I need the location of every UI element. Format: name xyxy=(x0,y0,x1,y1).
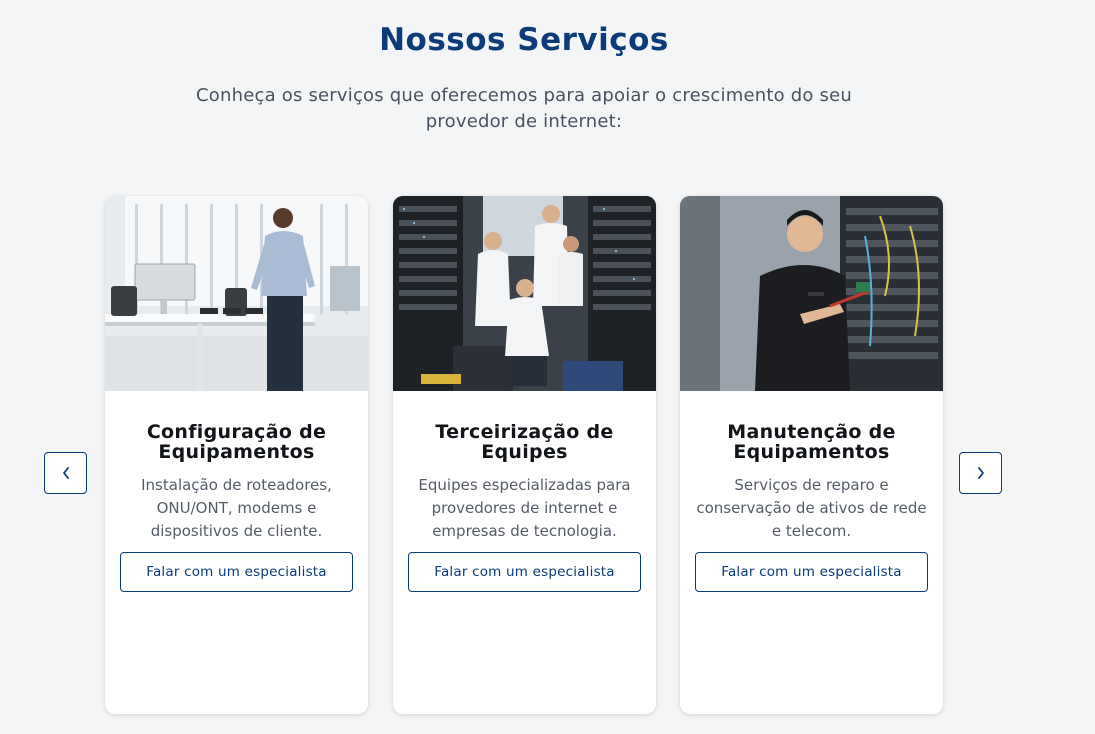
section-title: Nossos Serviços xyxy=(379,22,669,58)
talk-to-specialist-button[interactable]: Falar com um especialista xyxy=(695,552,928,592)
carousel-next-button[interactable] xyxy=(959,452,1002,494)
talk-to-specialist-button[interactable]: Falar com um especialista xyxy=(120,552,353,592)
card-description: Equipes especializadas para provedores d… xyxy=(418,476,631,540)
section-subtitle: Conheça os serviços que oferecemos para … xyxy=(196,85,852,132)
chevron-left-icon xyxy=(62,467,69,479)
service-card-terceirizacao: Terceirização de Equipes Equipes especia… xyxy=(393,196,656,714)
technician-maintenance-photo xyxy=(680,196,943,391)
talk-to-specialist-button[interactable]: Falar com um especialista xyxy=(408,552,641,592)
card-title: Terceirização de Equipes xyxy=(435,421,614,463)
service-card-manutencao: Manutenção de Equipamentos Serviços de r… xyxy=(680,196,943,714)
carousel-prev-button[interactable] xyxy=(44,452,87,494)
server-room-team-photo xyxy=(393,196,656,391)
service-card-configuracao: Configuração de Equipamentos Instalação … xyxy=(105,196,368,714)
card-description: Serviços de reparo e conservação de ativ… xyxy=(696,476,927,540)
card-title: Configuração de Equipamentos xyxy=(146,421,327,463)
card-title: Manutenção de Equipamentos xyxy=(727,421,896,463)
card-description: Instalação de roteadores, ONU/ONT, modem… xyxy=(141,476,332,540)
chevron-right-icon xyxy=(977,467,984,479)
office-technician-photo xyxy=(105,196,368,391)
